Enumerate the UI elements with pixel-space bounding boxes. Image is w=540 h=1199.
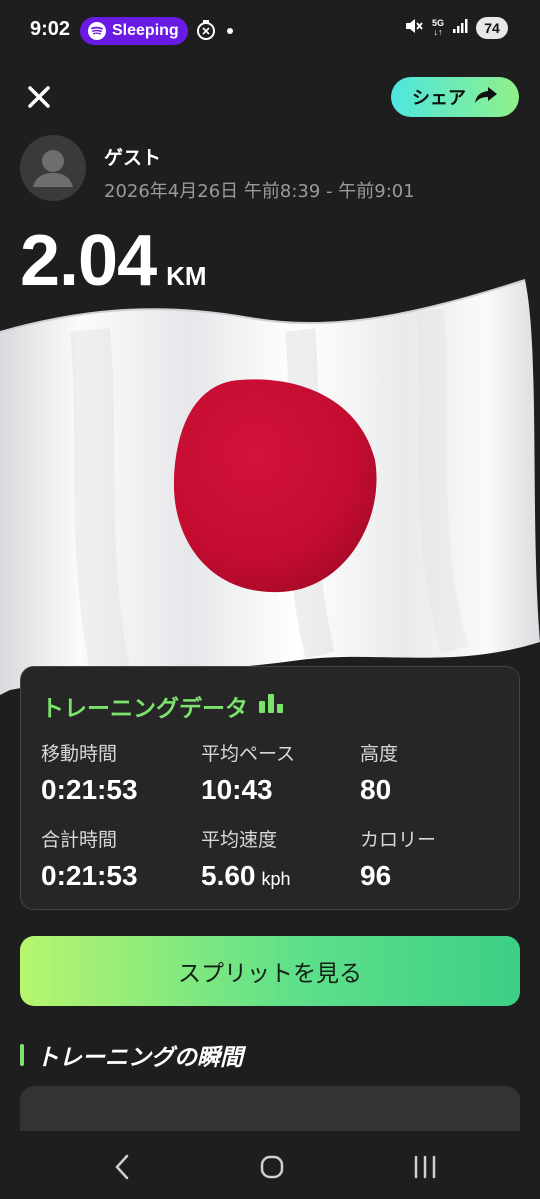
spotify-icon xyxy=(88,22,106,40)
signal-icon xyxy=(452,18,468,38)
stat-value: 0:21:53 xyxy=(41,774,138,805)
training-moments-title: トレーニングの瞬間 xyxy=(36,1045,243,1071)
close-button[interactable] xyxy=(24,82,54,112)
avatar xyxy=(20,135,86,201)
user-name: ゲスト xyxy=(104,147,162,169)
training-data-card: トレーニングデータ 移動時間 0:21:53 平均ペース 10:43 高度 80… xyxy=(20,666,520,910)
bar-chart-icon xyxy=(258,692,284,720)
workout-datetime: 2026年4月26日 午前8:39 - 午前9:01 xyxy=(104,181,415,202)
share-button[interactable]: シェア xyxy=(391,77,519,117)
timer-icon xyxy=(196,19,216,45)
user-avatar-icon xyxy=(33,150,73,187)
stat-label: 合計時間 xyxy=(41,829,118,851)
training-moments-header: トレーニングの瞬間 xyxy=(20,1038,243,1072)
stat-calories: カロリー 96 xyxy=(360,825,436,892)
stat-label: 高度 xyxy=(360,743,399,765)
network-type: 5G ↓↑ xyxy=(431,18,444,37)
close-icon xyxy=(28,86,50,108)
stat-average-pace: 平均ペース 10:43 xyxy=(201,739,295,806)
notification-dot xyxy=(227,28,233,34)
stat-moving-time: 移動時間 0:21:53 xyxy=(41,739,138,806)
training-data-header: トレーニングデータ xyxy=(41,689,284,723)
back-icon[interactable] xyxy=(112,1153,132,1185)
training-data-title: トレーニングデータ xyxy=(41,696,248,722)
stat-altitude: 高度 80 xyxy=(360,739,398,806)
media-status-label: Sleeping xyxy=(112,22,179,39)
mute-icon xyxy=(404,17,424,39)
stat-label: 平均速度 xyxy=(201,829,278,851)
stat-value: 96 xyxy=(360,860,392,891)
view-splits-button[interactable]: スプリットを見る xyxy=(20,936,520,1006)
stat-total-time: 合計時間 0:21:53 xyxy=(41,825,138,892)
stat-unit: kph xyxy=(261,869,291,889)
recents-icon[interactable] xyxy=(412,1153,438,1185)
stat-average-speed: 平均速度 5.60 kph xyxy=(201,825,291,892)
system-nav-bar xyxy=(0,1131,540,1199)
stat-value: 80 xyxy=(360,774,392,805)
stat-label: 移動時間 xyxy=(41,743,118,765)
battery-indicator: 74 xyxy=(476,17,508,39)
status-bar: 9:02 Sleeping 5G ↓↑ 74 xyxy=(0,0,540,60)
stat-value: 5.60 kph xyxy=(201,860,291,891)
stat-label: 平均ペース xyxy=(201,743,296,765)
home-icon[interactable] xyxy=(259,1153,285,1185)
share-button-label: シェア xyxy=(412,88,466,109)
status-time: 9:02 xyxy=(30,18,71,40)
stat-value: 0:21:53 xyxy=(41,860,138,891)
spotify-media-pill[interactable]: Sleeping xyxy=(80,17,188,45)
share-arrow-icon xyxy=(474,85,498,109)
view-splits-label: スプリットを見る xyxy=(178,961,362,987)
accent-bar xyxy=(20,1044,24,1066)
stat-label: カロリー xyxy=(360,829,437,851)
stat-value: 10:43 xyxy=(201,774,273,805)
japan-flag-image xyxy=(0,279,540,695)
status-right-icons: 5G ↓↑ 74 xyxy=(404,17,508,39)
